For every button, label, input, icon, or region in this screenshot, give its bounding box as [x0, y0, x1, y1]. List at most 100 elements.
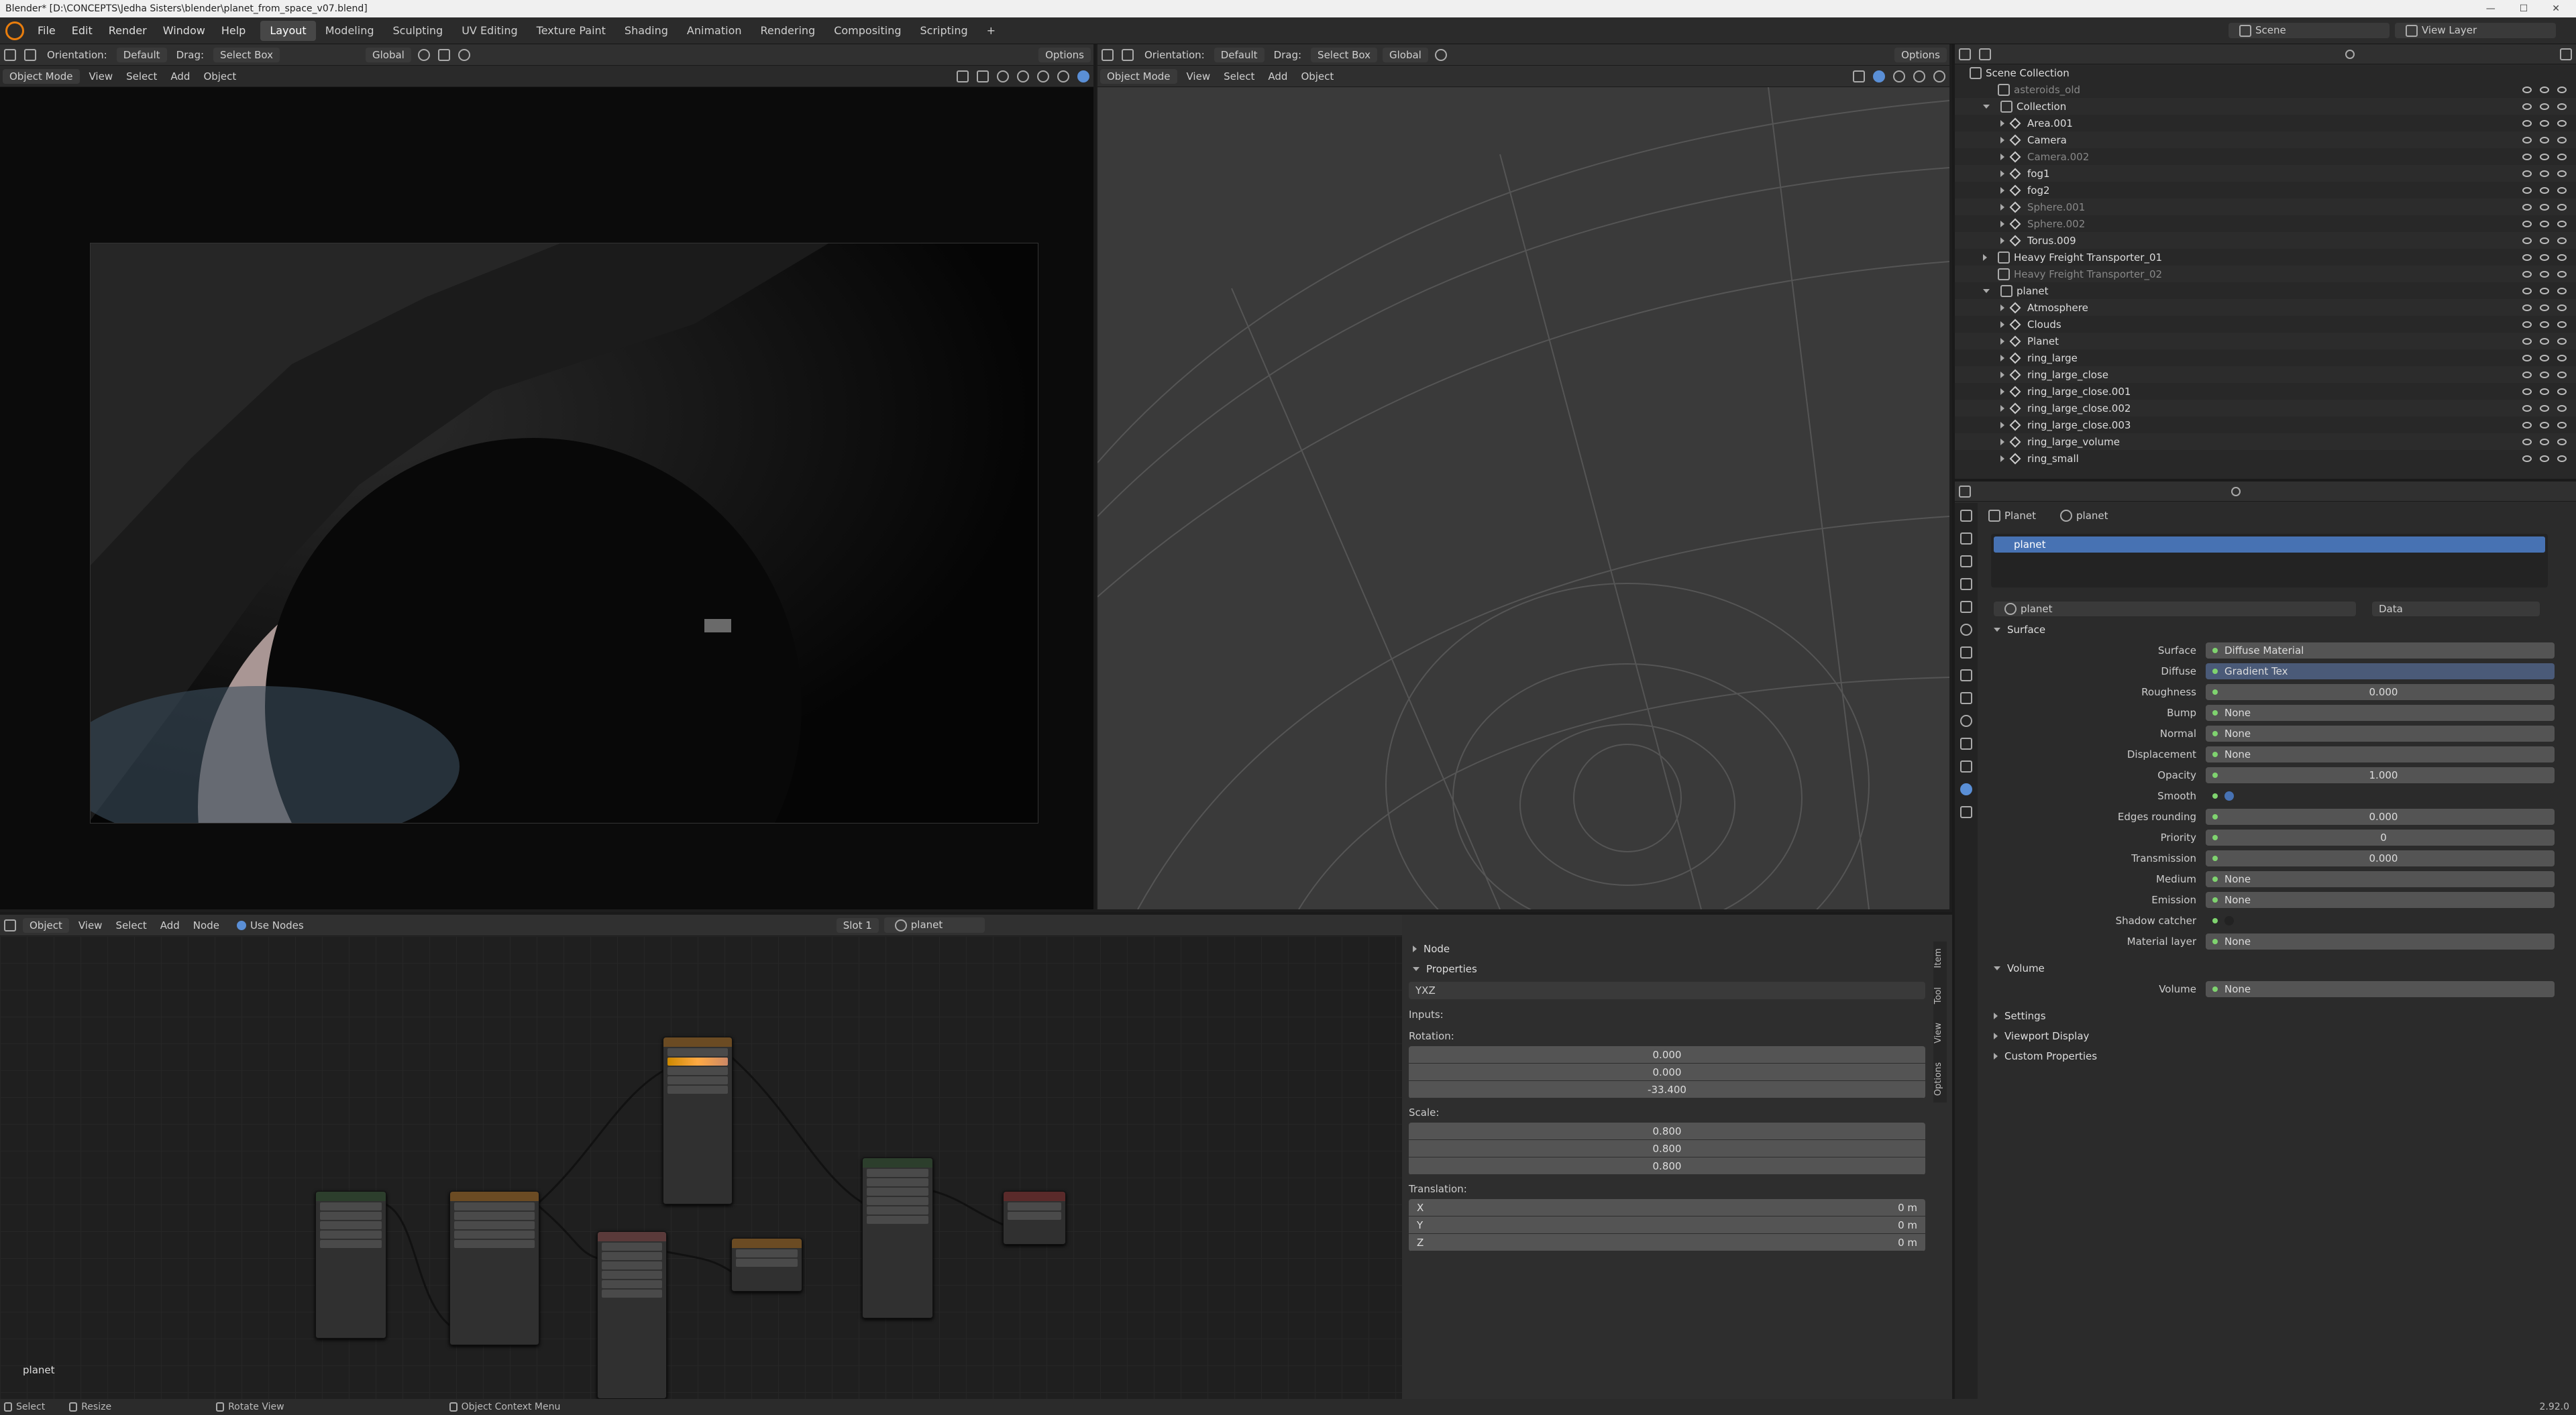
visibility-toggles[interactable] [2522, 438, 2567, 445]
prop-value[interactable]: Gradient Tex [2206, 663, 2555, 679]
prop-value[interactable]: 0.000 [2206, 850, 2555, 866]
gizmo-icon[interactable] [977, 70, 989, 82]
visibility-toggles[interactable] [2522, 337, 2567, 345]
panel-custom-properties[interactable]: Custom Properties [1984, 1046, 2575, 1066]
outliner-row[interactable]: Heavy Freight Transporter_02 [1955, 266, 2576, 282]
outliner-row[interactable]: Camera.002 [1955, 148, 2576, 165]
view-menu[interactable]: View [83, 70, 120, 82]
expand-icon[interactable] [2000, 304, 2004, 311]
visibility-toggles[interactable] [2522, 119, 2567, 127]
menu-window[interactable]: Window [155, 17, 213, 44]
prop-value[interactable]: None [2206, 725, 2555, 742]
expand-icon[interactable] [2000, 438, 2004, 445]
eye-icon[interactable] [2540, 321, 2549, 328]
node-canvas[interactable]: planet [0, 936, 1402, 1406]
node-mix-tex[interactable] [731, 1238, 802, 1292]
eye-icon[interactable] [2557, 119, 2567, 127]
eye-icon[interactable] [2540, 86, 2549, 93]
eye-icon[interactable] [2557, 304, 2567, 311]
eye-icon[interactable] [2522, 371, 2532, 378]
expand-icon[interactable] [2000, 170, 2004, 177]
outliner-row[interactable]: ring_large_close.003 [1955, 416, 2576, 433]
eye-icon[interactable] [2522, 153, 2532, 160]
translation-field[interactable]: X0 m [1409, 1199, 1925, 1216]
prop-value[interactable]: 1.000 [2206, 767, 2555, 783]
scene-selector[interactable]: Scene [2229, 23, 2390, 38]
object-menu[interactable]: Object [197, 70, 243, 82]
node-material-output[interactable] [1003, 1191, 1066, 1245]
node-diffuse-material[interactable] [862, 1157, 933, 1318]
eye-icon[interactable] [2522, 86, 2532, 93]
shader-type-dropdown[interactable]: Object [23, 917, 69, 933]
node-image-texture[interactable] [449, 1191, 539, 1345]
expand-icon[interactable] [1983, 253, 1987, 261]
eye-icon[interactable] [2540, 438, 2549, 445]
eye-icon[interactable] [2557, 404, 2567, 412]
eye-icon[interactable] [2557, 253, 2567, 261]
drag-dropdown[interactable]: Select Box [1311, 47, 1377, 62]
material-tab-icon[interactable] [1960, 783, 1972, 795]
visibility-toggles[interactable] [2522, 220, 2567, 227]
menu-file[interactable]: File [30, 17, 64, 44]
data-link-dropdown[interactable]: Data [2372, 602, 2540, 616]
outliner-row[interactable]: Planet [1955, 333, 2576, 349]
particles-tab-icon[interactable] [1960, 692, 1972, 704]
visibility-toggles[interactable] [2522, 404, 2567, 412]
add-menu[interactable]: Add [154, 919, 186, 931]
editor-type-icon[interactable] [1959, 485, 1971, 498]
panel-settings[interactable]: Settings [1984, 1006, 2575, 1026]
visibility-toggles[interactable] [2522, 421, 2567, 429]
visibility-toggles[interactable] [2522, 237, 2567, 244]
prop-value[interactable]: 0 [2206, 829, 2555, 846]
eye-icon[interactable] [2522, 287, 2532, 294]
eye-icon[interactable] [2557, 153, 2567, 160]
eye-icon[interactable] [2557, 287, 2567, 294]
view-layer-tab-icon[interactable] [1960, 578, 1972, 590]
expand-icon[interactable] [2000, 455, 2004, 462]
eye-icon[interactable] [2557, 186, 2567, 194]
overlay-icon[interactable] [997, 70, 1009, 82]
slot-dropdown[interactable]: Slot 1 [836, 917, 879, 933]
eye-icon[interactable] [2540, 103, 2549, 110]
outliner-row[interactable]: fog2 [1955, 182, 2576, 199]
menu-help[interactable]: Help [213, 17, 254, 44]
eye-icon[interactable] [2522, 119, 2532, 127]
options-dropdown[interactable]: Options [1894, 47, 1947, 62]
outliner-row[interactable]: Atmosphere [1955, 299, 2576, 316]
scale-field[interactable]: 0.800 [1409, 1140, 1925, 1157]
node-panel-header[interactable]: Node [1409, 939, 1925, 959]
constraints-tab-icon[interactable] [1960, 738, 1972, 750]
eye-icon[interactable] [2540, 153, 2549, 160]
scene-collection-row[interactable]: Scene Collection [1955, 64, 2576, 81]
close-button[interactable]: ✕ [2552, 3, 2560, 14]
sidebar-tab-view[interactable]: View [1933, 1016, 1947, 1050]
surface-panel-header[interactable]: Surface [1984, 620, 2575, 640]
rotation-field[interactable]: 0.000 [1409, 1064, 1925, 1081]
expand-icon[interactable] [2000, 153, 2004, 160]
eye-icon[interactable] [2522, 337, 2532, 345]
eye-icon[interactable] [2522, 421, 2532, 429]
orientation-dropdown[interactable]: Default [1214, 47, 1265, 62]
prop-value[interactable]: 0.000 [2206, 683, 2555, 700]
prop-value[interactable] [2206, 913, 2555, 929]
eye-icon[interactable] [2540, 186, 2549, 194]
prop-value[interactable]: Diffuse Material [2206, 642, 2555, 659]
object-mode-dropdown[interactable]: Object Mode [1100, 68, 1177, 84]
prop-value[interactable]: None [2206, 746, 2555, 762]
select-tool-icon[interactable] [1122, 48, 1134, 61]
editor-type-icon[interactable] [4, 48, 16, 61]
panel-viewport-display[interactable]: Viewport Display [1984, 1026, 2575, 1046]
outliner-row[interactable]: planet [1955, 282, 2576, 299]
add-menu[interactable]: Add [1261, 70, 1294, 82]
outliner-row[interactable]: ring_large_volume [1955, 433, 2576, 450]
menu-edit[interactable]: Edit [64, 17, 101, 44]
node-menu[interactable]: Node [186, 919, 226, 931]
eye-icon[interactable] [2522, 203, 2532, 211]
visibility-toggles[interactable] [2522, 321, 2567, 328]
render-tab-icon[interactable] [1960, 532, 1972, 545]
editor-type-icon[interactable] [1959, 48, 1971, 60]
wireframe-shading-icon[interactable] [1017, 70, 1029, 82]
prop-value[interactable]: None [2206, 891, 2555, 908]
outliner-row[interactable]: Collection [1955, 98, 2576, 115]
eye-icon[interactable] [2522, 388, 2532, 395]
